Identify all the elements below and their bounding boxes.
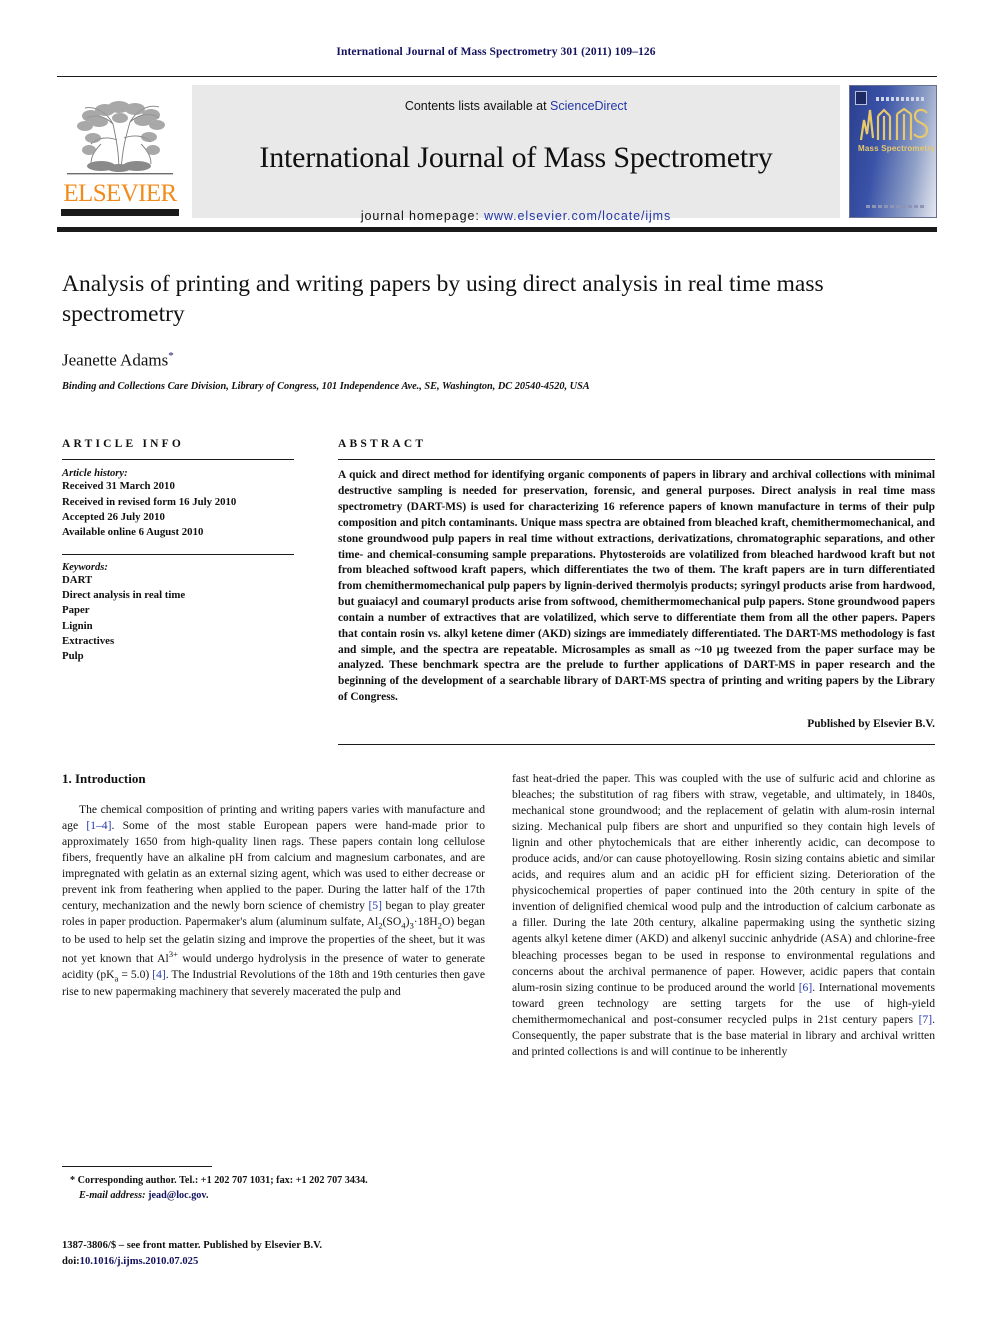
email-note: E-mail address: jead@loc.gov. xyxy=(62,1189,492,1204)
history-item: Received 31 March 2010 xyxy=(62,480,175,493)
citation-link-6[interactable]: [6] xyxy=(799,981,813,994)
footnote-rule xyxy=(62,1166,212,1167)
footnote-block: * Corresponding author. Tel.: +1 202 707… xyxy=(62,1166,492,1204)
citation-link-4[interactable]: [4] xyxy=(152,968,166,981)
doi-link[interactable]: 10.1016/j.ijms.2010.07.025 xyxy=(80,1256,199,1267)
contents-prefix: Contents lists available at xyxy=(404,99,551,113)
masthead-bottom-rule xyxy=(57,227,937,232)
abstract-rule xyxy=(338,459,935,461)
cover-corner-mark xyxy=(855,91,867,105)
contents-line: Contents lists available at ScienceDirec… xyxy=(405,99,627,113)
elsevier-underbar xyxy=(61,209,179,216)
intro-text-i: = 5.0) xyxy=(118,967,153,981)
journal-title: International Journal of Mass Spectromet… xyxy=(259,141,773,174)
author-name: Jeanette Adams xyxy=(62,350,169,370)
intro-paragraph-left: The chemical composition of printing and… xyxy=(62,802,485,1000)
keyword-item: Direct analysis in real time xyxy=(62,588,186,601)
body-column-right: fast heat-dried the paper. This was coup… xyxy=(512,771,935,1060)
keywords-block: Keywords: DART Direct analysis in real t… xyxy=(62,562,294,665)
running-head: International Journal of Mass Spectromet… xyxy=(336,46,656,58)
homepage-label: journal homepage: xyxy=(360,209,480,223)
citation-link-5[interactable]: [5] xyxy=(368,899,382,912)
corresponding-author-note: * Corresponding author. Tel.: +1 202 707… xyxy=(62,1174,492,1189)
cover-subtitle: Mass Spectrometry xyxy=(858,144,936,153)
doi-label: doi: xyxy=(62,1255,80,1267)
history-item: Accepted 26 July 2010 xyxy=(62,511,165,523)
author-footnote-marker[interactable]: * xyxy=(168,350,174,362)
history-item: Available online 6 August 2010 xyxy=(62,526,204,539)
article-history-label: Article history: xyxy=(62,468,128,480)
issn-front-matter: 1387-3806/$ – see front matter. Publishe… xyxy=(62,1240,323,1251)
intro-paragraph-right: fast heat-dried the paper. This was coup… xyxy=(512,771,935,1060)
section-heading-introduction: 1. Introduction xyxy=(62,771,146,786)
abstract-heading: ABSTRACT xyxy=(338,438,427,451)
article-info-rule xyxy=(62,459,294,461)
sciencedirect-link[interactable]: ScienceDirect xyxy=(550,99,627,113)
article-info-heading: ARTICLE INFO xyxy=(62,438,185,451)
published-by: Published by Elsevier B.V. xyxy=(807,718,935,730)
history-item: Received in revised form 16 July 2010 xyxy=(62,495,237,508)
intro-text-d: (SO xyxy=(382,915,402,929)
journal-homepage-line: journal homepage: www.elsevier.com/locat… xyxy=(361,209,671,223)
masthead-top-rule xyxy=(57,76,937,77)
masthead: ELSEVIER Contents lists available at Sci… xyxy=(57,76,937,232)
paper-page: International Journal of Mass Spectromet… xyxy=(0,0,992,1323)
keywords-rule xyxy=(62,553,294,555)
keyword-item: Extractives xyxy=(62,634,115,647)
article-info-column: ARTICLE INFO Article history: Received 3… xyxy=(62,438,312,745)
elsevier-wordmark: ELSEVIER xyxy=(63,180,177,207)
cover-bottom-text-line xyxy=(866,205,924,208)
citation-link-1-4[interactable]: [1–4] xyxy=(86,819,111,832)
email-label: E-mail address: xyxy=(79,1189,146,1201)
email-link[interactable]: jead@loc.gov xyxy=(148,1190,206,1201)
body-columns: 1. Introduction The chemical composition… xyxy=(62,771,935,1060)
journal-cover-thumbnail: Mass Spectrometry xyxy=(849,85,937,218)
citation-link-7[interactable]: [7] xyxy=(919,1013,933,1026)
keyword-item: DART xyxy=(62,573,93,586)
intro-right-text-a: fast heat-dried the paper. This was coup… xyxy=(512,772,935,994)
title-block: Analysis of printing and writing papers … xyxy=(62,270,935,392)
keyword-item: Pulp xyxy=(62,650,84,663)
formula-sup: 3+ xyxy=(168,948,178,959)
abstract-column: ABSTRACT A quick and direct method for i… xyxy=(312,438,935,745)
keyword-item: Lignin xyxy=(62,619,93,632)
journal-band: Contents lists available at ScienceDirec… xyxy=(192,85,840,223)
cover-top-text-line xyxy=(876,97,924,101)
imprint-block: 1387-3806/$ – see front matter. Publishe… xyxy=(62,1238,502,1270)
body-column-left: 1. Introduction The chemical composition… xyxy=(62,771,485,1060)
intro-text-f: ·18H xyxy=(413,915,438,929)
info-abstract-section: ARTICLE INFO Article history: Received 3… xyxy=(62,438,935,745)
email-suffix: . xyxy=(205,1189,209,1201)
abstract-bottom-rule xyxy=(338,744,935,745)
abstract-text: A quick and direct method for identifyin… xyxy=(338,469,935,704)
keyword-item: Paper xyxy=(62,604,90,617)
author-line: Jeanette Adams* xyxy=(62,350,935,371)
elsevier-logo: ELSEVIER xyxy=(57,85,183,218)
elsevier-tree-icon xyxy=(67,101,173,175)
corresponding-author-text: Corresponding author. Tel.: +1 202 707 1… xyxy=(75,1175,368,1186)
page-title: Analysis of printing and writing papers … xyxy=(62,271,824,327)
homepage-url[interactable]: www.elsevier.com/locate/ijms xyxy=(484,209,671,223)
doi-line: doi:10.1016/j.ijms.2010.07.025 xyxy=(62,1254,502,1270)
affiliation: Binding and Collections Care Division, L… xyxy=(62,381,590,393)
ijms-logo-icon xyxy=(859,107,929,141)
keywords-label: Keywords: xyxy=(62,561,108,573)
